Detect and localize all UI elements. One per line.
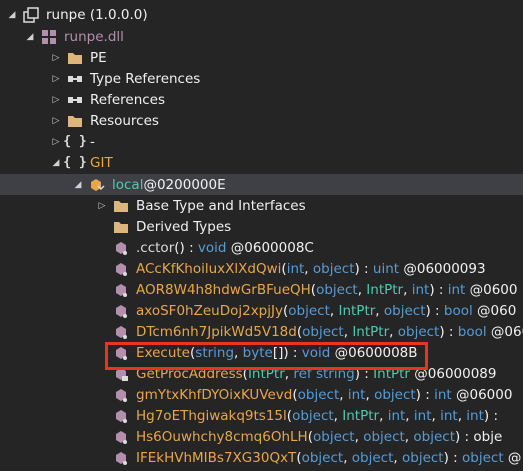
method-row[interactable]: ▷GetProcAddress(IntPtr, ref string) : In…: [0, 363, 523, 384]
tree-label-type-references: Type References: [90, 70, 201, 87]
method-row[interactable]: ▷Hs6Ouwhchy8cmq6OhLH(object, object, obj…: [0, 426, 523, 447]
method-row[interactable]: ▷Execute(string, byte[]) : void @0600008…: [0, 342, 523, 363]
tree-label-pe: PE: [90, 49, 107, 66]
method-name: .cctor: [136, 239, 175, 256]
collapse-arrow-icon[interactable]: ▷: [50, 137, 62, 147]
module-icon: [40, 28, 58, 46]
method-icon: [112, 428, 130, 446]
namespace-icon: { }: [63, 134, 87, 149]
method-signature: (object, object, object) : obje: [307, 428, 503, 445]
tree-row-references[interactable]: ▷ References: [0, 89, 523, 110]
method-signature: (object, object, object) : object @: [296, 449, 522, 466]
tree-row-resources[interactable]: ▷ Resources: [0, 110, 523, 131]
method-signature: () : void @0600008C: [174, 239, 314, 256]
method-name: gmYtxKhfDYOixKUVevd: [136, 386, 293, 403]
class-icon: [88, 176, 106, 194]
method-row[interactable]: ▷DTcm6nh7JpikWd5V18d(object, IntPtr, obj…: [0, 321, 523, 342]
method-signature: (object, IntPtr, object) : bool @0600: [296, 323, 523, 340]
collapse-arrow-icon[interactable]: ▷: [50, 95, 62, 105]
method-icon: [112, 281, 130, 299]
assembly-icon: [22, 6, 40, 24]
method-signature: (string, byte[]) : void @0600008B: [190, 344, 418, 361]
method-name: DTcm6nh7JpikWd5V18d: [136, 323, 297, 340]
tree-row-pe[interactable]: ▷ PE: [0, 47, 523, 68]
method-name: axoSF0hZeuDoj2xpjJy: [136, 302, 283, 319]
method-signature: (object, int, object) : int @06000: [292, 386, 513, 403]
method-signature: (IntPtr, ref string) : IntPtr @06000089: [242, 365, 497, 382]
method-signature: (object, IntPtr, int, int, int, int) :: [286, 407, 499, 424]
method-signature: (int, object) : uint @06000093: [281, 260, 486, 277]
method-row[interactable]: ▷Hg7oEThgiwakq9ts15l(object, IntPtr, int…: [0, 405, 523, 426]
tree-row-dll[interactable]: ◢ runpe.dll: [0, 26, 523, 47]
method-icon: [112, 449, 130, 467]
method-icon: [112, 302, 130, 320]
tree-label-root: runpe (1.0.0.0): [46, 6, 148, 23]
expand-arrow-icon[interactable]: ◢: [72, 180, 84, 190]
method-signature: (object, IntPtr, int) : int @0600: [310, 281, 518, 298]
type-references-icon: [66, 70, 84, 88]
method-icon: [112, 260, 130, 278]
tree-row-base-types[interactable]: ▷ Base Type and Interfaces: [0, 195, 523, 216]
collapse-arrow-icon[interactable]: ▷: [50, 53, 62, 63]
method-icon: [112, 407, 130, 425]
method-row[interactable]: ▷gmYtxKhfDYOixKUVevd(object, int, object…: [0, 384, 523, 405]
method-row[interactable]: ▷axoSF0hZeuDoj2xpjJy(object, IntPtr, obj…: [0, 300, 523, 321]
method-icon: [112, 239, 130, 257]
method-icon: [112, 386, 130, 404]
method-row[interactable]: ▷IFEkHVhMIBs7XG30QxT(object, object, obj…: [0, 447, 523, 468]
method-icon: [112, 344, 130, 362]
tree-label-namespace-git: GIT: [90, 154, 113, 171]
tree-row-class-local[interactable]: ◢ local @0200000E: [0, 174, 523, 195]
tree-label-base-types: Base Type and Interfaces: [136, 197, 306, 214]
method-name: GetProcAddress: [136, 365, 243, 382]
method-name: Execute: [136, 344, 190, 361]
tree-row-derived-types[interactable]: ▷ Derived Types: [0, 216, 523, 237]
method-icon: [112, 323, 130, 341]
tree-label-namespace-dash: -: [90, 133, 95, 150]
class-token: @0200000E: [143, 176, 226, 193]
expand-arrow-icon[interactable]: ◢: [24, 32, 36, 42]
collapse-arrow-icon[interactable]: ▷: [50, 74, 62, 84]
tree-label-class-local: local: [112, 176, 144, 193]
method-row[interactable]: ▷AOR8W4h8hdwGrBFueQH(object, IntPtr, int…: [0, 279, 523, 300]
method-icon: [112, 365, 130, 383]
method-name: IFEkHVhMIBs7XG30QxT: [136, 449, 297, 466]
folder-icon: [112, 197, 130, 215]
method-name: Hg7oEThgiwakq9ts15l: [136, 407, 287, 424]
tree-row-root[interactable]: ◢ runpe (1.0.0.0): [0, 4, 523, 25]
method-row[interactable]: ▷ACcKfKhoiluxXlXdQwi(int, object) : uint…: [0, 258, 523, 279]
method-row[interactable]: ▷.cctor() : void @0600008C: [0, 237, 523, 258]
namespace-icon: { }: [63, 155, 87, 170]
references-icon: [66, 91, 84, 109]
collapse-arrow-icon[interactable]: ▷: [50, 116, 62, 126]
assembly-explorer-tree: ◢ runpe (1.0.0.0) ◢ runpe.dll ▷ PE ▷ Typ…: [0, 0, 523, 471]
method-name: Hs6Ouwhchy8cmq6OhLH: [136, 428, 308, 445]
folder-icon: [66, 112, 84, 130]
pe-folder-icon: [66, 49, 84, 67]
tree-label-references: References: [90, 91, 166, 108]
method-name: ACcKfKhoiluxXlXdQwi: [136, 260, 282, 277]
tree-row-namespace-dash[interactable]: ▷ { } -: [0, 131, 523, 152]
tree-label-resources: Resources: [90, 112, 159, 129]
tree-row-type-references[interactable]: ▷ Type References: [0, 68, 523, 89]
method-signature: (object, IntPtr, object) : bool @060: [282, 302, 517, 319]
collapse-arrow-icon[interactable]: ▷: [96, 201, 108, 211]
expand-arrow-icon[interactable]: ◢: [50, 158, 62, 168]
tree-row-namespace-git[interactable]: ◢ { } GIT: [0, 152, 523, 173]
tree-label-derived-types: Derived Types: [136, 218, 232, 235]
method-name: AOR8W4h8hdwGrBFueQH: [136, 281, 311, 298]
expand-arrow-icon[interactable]: ◢: [6, 10, 18, 20]
folder-icon: [112, 218, 130, 236]
tree-label-dll: runpe.dll: [64, 28, 124, 45]
